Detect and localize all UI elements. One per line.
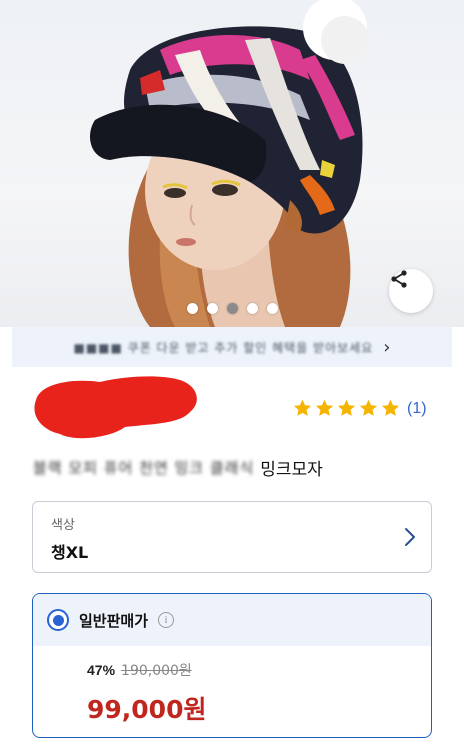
price-details: 47% 190,000원 99,000원	[33, 646, 431, 726]
gallery-dot[interactable]	[206, 303, 218, 314]
product-title: 블랙 모피 퓨어 천연 밍크 클래식 밍크모자	[33, 455, 323, 480]
star-icon	[293, 399, 312, 416]
gallery-dot[interactable]	[266, 303, 278, 314]
gallery-dot[interactable]	[186, 303, 198, 314]
share-icon	[391, 270, 407, 288]
seller-name-redaction	[34, 376, 197, 439]
sale-price: 99,000원	[87, 695, 207, 724]
price-type-label: 일반판매가	[79, 611, 149, 630]
color-option-selector[interactable]: 색상 챙XL	[32, 501, 432, 573]
chevron-right-icon: ›	[383, 336, 391, 358]
option-value: 챙XL	[51, 543, 89, 562]
option-label: 색상	[51, 518, 75, 533]
share-button[interactable]	[389, 269, 433, 313]
rating-summary[interactable]: (1)	[292, 398, 427, 419]
price-option-radio[interactable]	[47, 609, 69, 631]
product-title-text: 밍크모자	[260, 460, 323, 480]
discount-line: 47% 190,000원	[87, 660, 431, 680]
price-option-header[interactable]: 일반판매가 i	[33, 594, 431, 646]
product-title-blurred: 블랙 모피 퓨어 천연 밍크 클래식	[33, 459, 255, 477]
info-icon[interactable]: i	[158, 612, 175, 628]
discount-rate: 47%	[87, 662, 116, 678]
review-count[interactable]: (1)	[407, 400, 427, 418]
star-icon	[315, 399, 334, 416]
promo-banner-text: ■■■■ 쿠폰 다운 받고 추가 할인 혜택을 받아보세요	[73, 340, 374, 355]
star-icon	[337, 399, 356, 416]
star-icon	[359, 399, 378, 416]
chevron-right-icon	[405, 528, 415, 546]
promo-banner[interactable]: ■■■■ 쿠폰 다운 받고 추가 할인 혜택을 받아보세요 ›	[12, 327, 452, 367]
product-image-gallery[interactable]	[0, 0, 464, 327]
gallery-dot[interactable]	[246, 303, 258, 314]
original-price: 190,000원	[121, 663, 192, 679]
radio-selected-dot	[52, 614, 64, 626]
star-icon	[381, 399, 400, 416]
gallery-dot-active[interactable]	[226, 303, 238, 314]
price-option-card[interactable]: 일반판매가 i 47% 190,000원 99,000원	[32, 593, 432, 738]
